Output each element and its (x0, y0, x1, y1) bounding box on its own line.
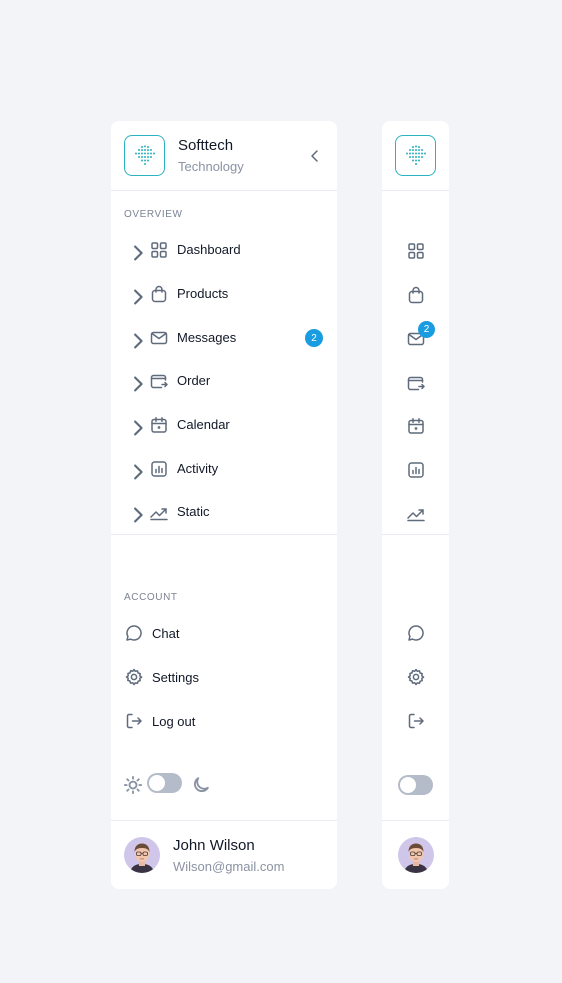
sun-icon (123, 775, 143, 795)
nav-label: Products (177, 286, 229, 301)
logo-icon (404, 144, 428, 168)
chevron-right-icon (128, 505, 148, 525)
nav-item-products[interactable]: Products (111, 276, 337, 312)
logout-icon[interactable] (406, 711, 426, 731)
chat-icon[interactable] (406, 623, 426, 643)
theme-switcher (123, 771, 213, 795)
user-profile[interactable]: John Wilson Wilson@gmail.com (111, 821, 337, 889)
messages-count-badge: 2 (305, 329, 323, 347)
calendar-icon[interactable] (406, 416, 426, 436)
chevron-right-icon (128, 462, 148, 482)
collapsed-account (382, 535, 449, 821)
overview-section: OVERVIEW Dashboard Products Messages 2 O… (111, 191, 337, 535)
collapse-sidebar-button[interactable] (307, 146, 323, 166)
grid-icon (149, 240, 169, 260)
chevron-right-icon (128, 418, 148, 438)
toggle-knob (149, 775, 165, 791)
logo-icon (133, 144, 157, 168)
account-item-chat[interactable]: Chat (111, 616, 337, 650)
messages-count-badge: 2 (418, 321, 435, 338)
nav-label: Activity (177, 461, 219, 476)
nav-label: Calendar (177, 417, 230, 432)
bag-icon (149, 284, 169, 304)
calendar-icon (149, 415, 169, 435)
nav-item-calendar[interactable]: Calendar (111, 407, 337, 443)
mail-icon (149, 328, 169, 348)
account-item-logout[interactable]: Log out (111, 704, 337, 738)
brand-subtitle: Technology (178, 159, 244, 174)
trend-icon[interactable] (406, 503, 426, 523)
nav-item-order[interactable]: Order (111, 363, 337, 399)
nav-label: Dashboard (177, 242, 241, 257)
account-item-settings[interactable]: Settings (111, 660, 337, 694)
toggle-knob (400, 777, 416, 793)
user-email: Wilson@gmail.com (173, 859, 285, 874)
overview-label: OVERVIEW (124, 209, 183, 220)
chevron-right-icon (128, 287, 148, 307)
sidebar-collapsed: 2 (382, 121, 449, 889)
chat-icon (124, 623, 144, 643)
brand-name: Softtech (178, 137, 234, 154)
moon-icon (191, 775, 211, 795)
account-label: ACCOUNT (124, 592, 178, 603)
chart-icon (149, 459, 169, 479)
account-item-label: Chat (152, 626, 180, 641)
avatar (398, 837, 434, 873)
account-section: ACCOUNT Chat Settings Log out (111, 535, 337, 821)
chevron-right-icon (128, 331, 148, 351)
chevron-right-icon (128, 374, 148, 394)
theme-toggle[interactable] (147, 773, 182, 793)
avatar (124, 837, 160, 873)
nav-label: Order (177, 373, 211, 388)
collapsed-overview: 2 (382, 191, 449, 535)
gear-icon[interactable] (406, 667, 426, 687)
user-name: John Wilson (173, 837, 255, 854)
nav-label: Messages (177, 330, 237, 345)
gear-icon (124, 667, 144, 687)
trend-icon (149, 502, 169, 522)
collapsed-header (382, 121, 449, 191)
brand-logo[interactable] (395, 135, 436, 176)
chart-icon[interactable] (406, 460, 426, 480)
account-item-label: Log out (152, 714, 196, 729)
nav-item-static[interactable]: Static (111, 494, 337, 530)
wallet-icon (149, 371, 169, 391)
nav-label: Static (177, 504, 210, 519)
collapsed-user[interactable] (382, 821, 449, 889)
theme-toggle[interactable] (398, 775, 433, 795)
wallet-icon[interactable] (406, 373, 426, 393)
nav-item-messages[interactable]: Messages 2 (111, 320, 337, 356)
grid-icon[interactable] (406, 241, 426, 261)
chevron-left-icon (307, 146, 323, 166)
nav-item-dashboard[interactable]: Dashboard (111, 232, 337, 268)
nav-item-activity[interactable]: Activity (111, 451, 337, 487)
logout-icon (124, 711, 144, 731)
sidebar-header: Softtech Technology (111, 121, 337, 191)
sidebar-expanded: Softtech Technology OVERVIEW Dashboard P… (111, 121, 337, 889)
account-item-label: Settings (152, 670, 199, 685)
bag-icon[interactable] (406, 285, 426, 305)
chevron-right-icon (128, 243, 148, 263)
brand-logo (124, 135, 165, 176)
